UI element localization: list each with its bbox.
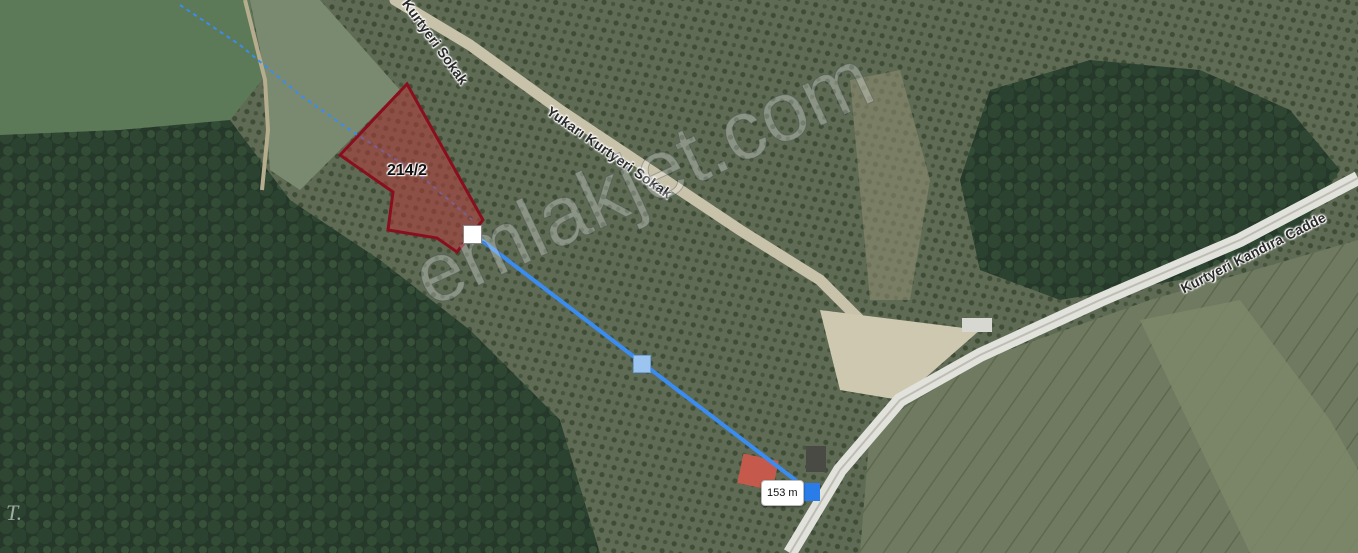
distance-label: 153 m (761, 480, 804, 506)
measure-mid-handle[interactable] (633, 355, 651, 373)
corner-mark: T. (6, 500, 23, 525)
measure-start-handle[interactable] (463, 225, 482, 244)
parcel-label: 214/2 (387, 162, 428, 179)
satellite-imagery (0, 0, 1358, 553)
map-canvas[interactable]: Kurtyeri Sokak Yukarı Kurtyeri Sokak Kur… (0, 0, 1358, 553)
measure-end-handle[interactable] (802, 483, 820, 501)
